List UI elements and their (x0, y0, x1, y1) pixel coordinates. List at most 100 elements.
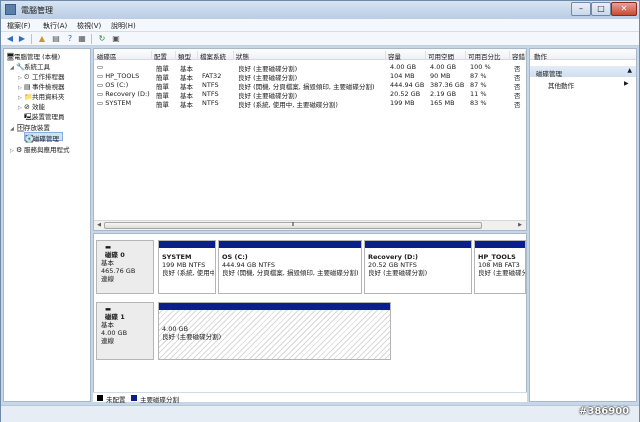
column-header-percent-free[interactable]: 可用百分比 (468, 51, 510, 61)
partition-name: HP_TOOLS (478, 253, 516, 261)
table-row[interactable]: ▭ OS (C:) 簡單 基本 NTFS 良好 (開機, 分頁檔案, 損毀傾印,… (94, 81, 526, 91)
table-row[interactable]: ▭ Recovery (D:) 簡單 基本 NTFS 良好 (主要磁碟分割) 2… (94, 90, 526, 100)
volume-name: SYSTEM (105, 99, 132, 107)
tree-item-computer-management[interactable]: 🖥電腦管理 (本機) (6, 51, 60, 61)
partition-status: 良好 (主要磁碟分割) (368, 269, 428, 277)
capacity-cell: 444.94 GB (390, 81, 425, 89)
partition-disk-1[interactable]: 4.00 GB 良好 (主要磁碟分割) (158, 302, 391, 360)
tree-item-event-viewer[interactable]: ▷ ▤事件檢視器 (18, 81, 65, 91)
tree-item-performance[interactable]: ▷ ⊘ 效能 (18, 101, 45, 111)
volume-icon: ▭ (97, 63, 104, 71)
partition-size: 108 MB FAT3 (478, 261, 520, 269)
volume-icon: ▭ (97, 90, 106, 98)
help-icon[interactable]: ? (65, 34, 75, 44)
horizontal-scrollbar[interactable]: ◀ ⦀ ▶ (94, 220, 526, 230)
menu-action[interactable]: 執行(A) (43, 21, 67, 31)
column-header-free-space[interactable]: 可用空間 (428, 51, 466, 61)
tree-label: 磁碟管理 (33, 135, 59, 143)
disk-0-size: 465.76 GB (101, 267, 136, 275)
tree-item-disk-management[interactable]: 💽磁碟管理 (24, 132, 63, 143)
tree-item-task-scheduler[interactable]: ▷ ⏲ 工作排程器 (18, 71, 65, 81)
tree-item-device-manager[interactable]: 🖳裝置管理員 (24, 111, 65, 121)
fault-tolerance-cell: 否 (514, 101, 521, 109)
table-row[interactable]: ▭ SYSTEM 簡單 基本 NTFS 良好 (系統, 使用中, 主要磁碟分割)… (94, 99, 526, 109)
volume-icon: ▭ (97, 72, 106, 80)
performance-icon: ⊘ (24, 103, 30, 111)
column-header-layout[interactable]: 配置 (154, 51, 176, 61)
partition-system[interactable]: SYSTEM 199 MB NTFS 良好 (系統, 使用中, 主要磁碟分割) (158, 240, 216, 294)
services-icon: ⚙ (16, 146, 23, 154)
storage-icon: 🗄 (16, 124, 25, 132)
type-cell: 基本 (180, 101, 193, 109)
status-cell: 良好 (系統, 使用中, 主要磁碟分割) (238, 101, 338, 109)
partition-name: Recovery (D:) (368, 253, 419, 261)
disk-icon: ▬ (105, 305, 112, 313)
collapse-caret-icon[interactable]: ▲ (627, 67, 632, 74)
legend-primary-label: 主要磁碟分割 (140, 396, 179, 404)
up-folder-icon[interactable]: ▲ (37, 34, 47, 44)
window-title: 電腦管理 (21, 6, 53, 15)
actions-section-disk-management[interactable]: 磁碟管理 ▲ (530, 66, 636, 78)
partition-os-c[interactable]: OS (C:) 444.94 GB NTFS 良好 (開機, 分頁檔案, 損毀傾… (218, 240, 362, 294)
disk-1-label[interactable]: ▬ 磁碟 1 基本 4.00 GB 連線 (96, 302, 154, 360)
menu-bar: 檔案(F) 執行(A) 檢視(V) 說明(H) (1, 19, 639, 32)
partition-size: 20.52 GB NTFS (368, 261, 417, 269)
toolbar-divider (31, 34, 32, 44)
scrollbar-thumb[interactable]: ⦀ (104, 222, 482, 229)
partition-size: 444.94 GB NTFS (222, 261, 275, 269)
watermark-text: #386900 (579, 406, 630, 417)
volume-name-cell: ▭ OS (C:) (97, 81, 152, 89)
close-button[interactable]: ✕ (611, 2, 637, 16)
action-more-actions[interactable]: 其他動作 (548, 80, 574, 90)
menu-file[interactable]: 檔案(F) (7, 21, 31, 31)
capacity-cell: 4.00 GB (390, 63, 417, 71)
minimize-button[interactable]: – (571, 2, 591, 16)
menu-view[interactable]: 檢視(V) (77, 21, 101, 31)
file-system-cell: NTFS (202, 81, 219, 89)
legend-unallocated-swatch (97, 395, 103, 401)
maximize-button[interactable]: □ (591, 2, 611, 16)
partition-recovery-d[interactable]: Recovery (D:) 20.52 GB NTFS 良好 (主要磁碟分割) (364, 240, 472, 294)
percent-free-cell: 87 % (470, 81, 487, 89)
disk-0-status: 連線 (101, 275, 114, 283)
disk-0-label[interactable]: ▬ 磁碟 0 基本 465.76 GB 連線 (96, 240, 154, 294)
toolbar: ◀ ▶ ▲ ▤ ? ▦ ↻ ▣ (1, 32, 639, 46)
properties-icon[interactable]: ▦ (77, 34, 87, 44)
partition-status: 良好 (系統, 使用中, 主要磁碟分割) (162, 269, 214, 277)
tree-item-system-tools[interactable]: ◢ 🔧系統工具 (10, 61, 50, 71)
file-system-cell: FAT32 (202, 72, 222, 80)
show-hide-tree-icon[interactable]: ▤ (51, 34, 61, 44)
refresh-icon[interactable]: ↻ (97, 34, 107, 44)
export-list-icon[interactable]: ▣ (111, 34, 121, 44)
tree-item-shared-folders[interactable]: ▷ 📁共用資料夾 (18, 91, 65, 101)
disk-graphical-view: ▬ 磁碟 0 基本 465.76 GB 連線 SYSTEM 199 MB NTF… (93, 233, 527, 402)
menu-help[interactable]: 說明(H) (111, 21, 136, 31)
scroll-right-icon[interactable]: ▶ (516, 222, 524, 229)
column-header-capacity[interactable]: 容量 (388, 51, 426, 61)
column-header-file-system[interactable]: 檔案系統 (200, 51, 234, 61)
disk-management-icon: 💽 (25, 135, 34, 143)
back-arrow-icon[interactable]: ◀ (5, 34, 15, 44)
tree-item-storage[interactable]: ◢ 🗄存放裝置 (10, 122, 50, 132)
table-row[interactable]: ▭ HP_TOOLS 簡單 基本 FAT32 良好 (主要磁碟分割) 104 M… (94, 72, 526, 82)
forward-arrow-icon[interactable]: ▶ (17, 34, 27, 44)
column-header-volume[interactable]: 磁碟區 (97, 51, 152, 61)
volume-name-cell: ▭ (97, 63, 152, 71)
partition-size: 4.00 GB (162, 325, 189, 333)
free-space-cell: 387.36 GB (430, 81, 465, 89)
capacity-cell: 199 MB (390, 99, 415, 107)
tree-item-services-applications[interactable]: ▷ ⚙ 服務與應用程式 (10, 144, 70, 154)
column-header-fault-tolerance[interactable]: 容錯 (512, 51, 526, 60)
tree-label: 存放裝置 (24, 124, 50, 132)
primary-partition-bar (475, 241, 525, 248)
disk-name-text: 磁碟 0 (105, 251, 125, 259)
title-bar: 電腦管理 – □ ✕ (1, 1, 639, 19)
table-row[interactable]: ▭ 簡單 基本 良好 (主要磁碟分割) 4.00 GB 4.00 GB 100 … (94, 63, 526, 73)
percent-free-cell: 83 % (470, 99, 487, 107)
scroll-left-icon[interactable]: ◀ (95, 222, 103, 229)
toolbar-divider (91, 34, 92, 44)
column-header-status[interactable]: 狀態 (236, 51, 386, 61)
column-header-type[interactable]: 類型 (178, 51, 198, 61)
partition-hp-tools[interactable]: HP_TOOLS 108 MB FAT3 良好 (主要磁碟分割) (474, 240, 526, 294)
actions-pane: 動作 磁碟管理 ▲ 其他動作 ▶ (529, 48, 637, 402)
